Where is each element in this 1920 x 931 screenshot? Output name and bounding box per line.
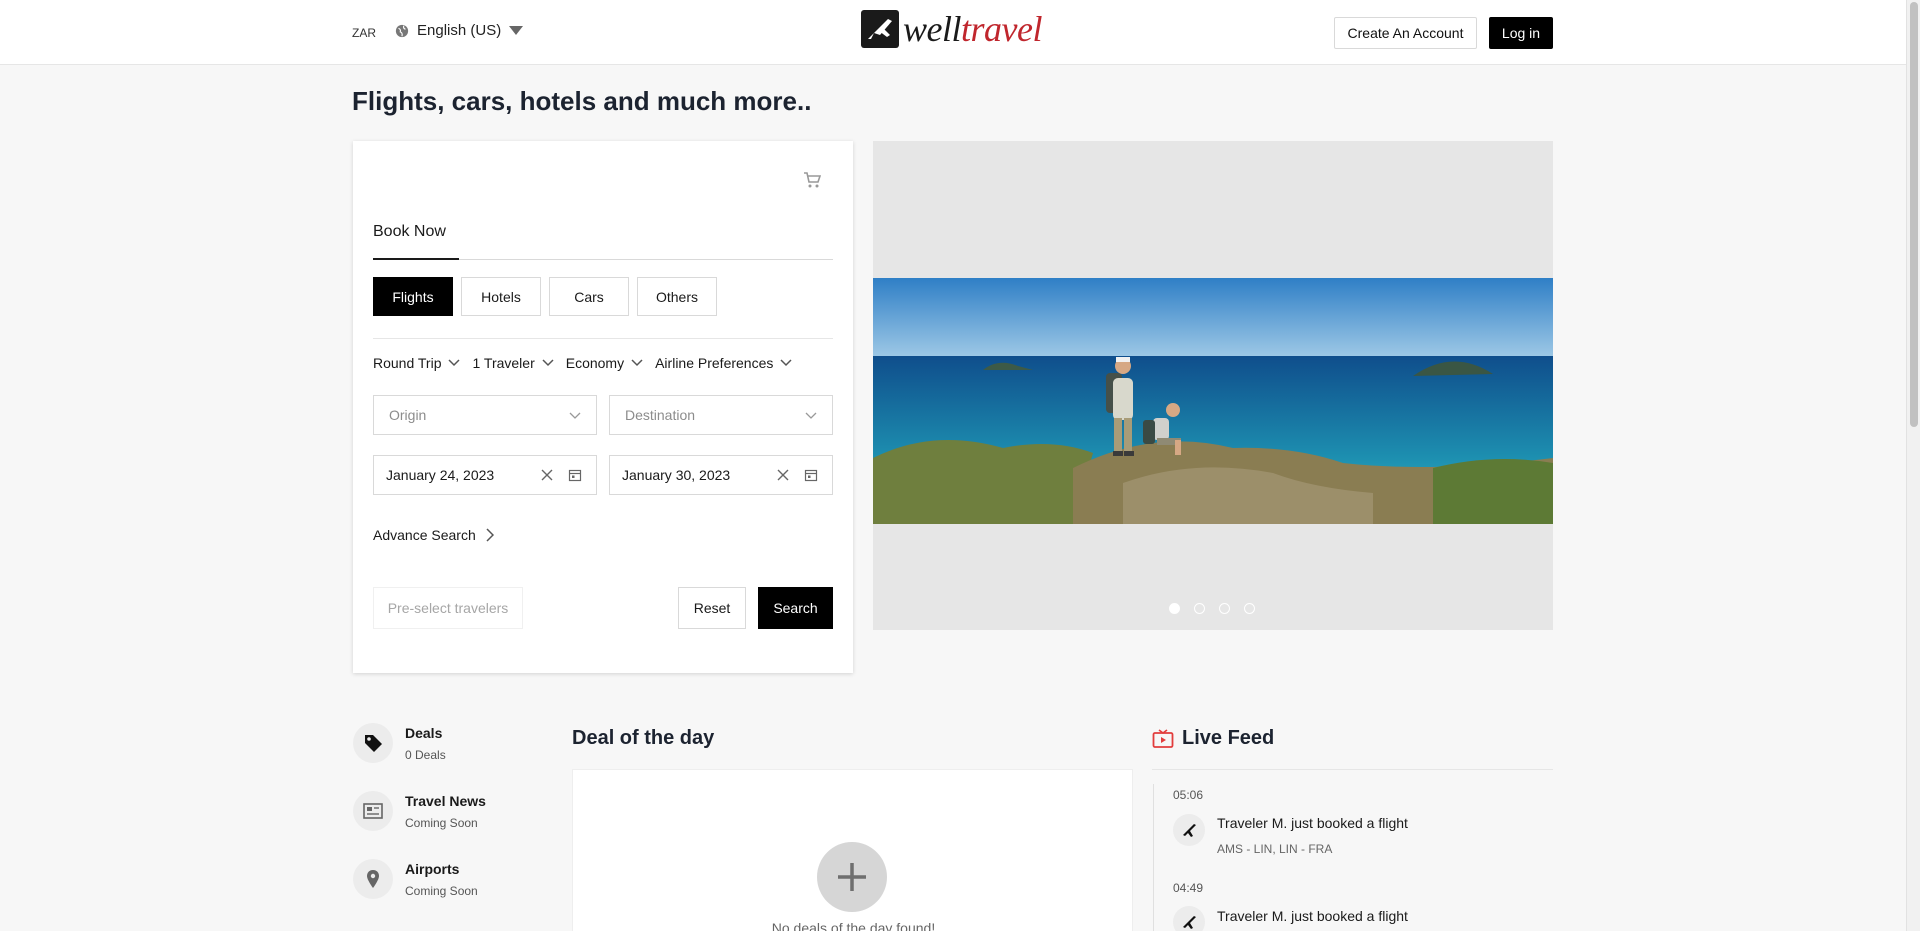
carousel-dot-2[interactable] (1194, 603, 1205, 614)
sidebar-item-subtitle: 0 Deals (405, 748, 446, 762)
feed-item-route: AMS - LIN, LIN - FRA (1217, 842, 1333, 856)
deal-of-day-panel: No deals of the day found! (572, 769, 1133, 931)
chevron-down-icon (569, 412, 581, 419)
location-pin-icon (353, 859, 393, 899)
feed-item-text: Traveler M. just booked a flight (1217, 815, 1408, 831)
booking-card: Book Now Flights Hotels Cars Others Roun… (353, 141, 853, 673)
depart-date-value: January 24, 2023 (386, 467, 495, 483)
type-cars-button[interactable]: Cars (549, 277, 629, 316)
login-button[interactable]: Log in (1489, 17, 1553, 49)
sidebar-item-title: Deals (405, 725, 443, 741)
globe-icon (395, 24, 409, 37)
return-date-field[interactable]: January 30, 2023 (609, 455, 833, 495)
calendar-icon[interactable] (568, 468, 582, 482)
type-flights-button[interactable]: Flights (373, 277, 453, 316)
advance-search-link[interactable]: Advance Search (373, 527, 494, 543)
chevron-down-icon (805, 412, 817, 419)
chevron-down-icon (542, 359, 554, 367)
chevron-down-icon (448, 359, 461, 367)
timeline-line (1153, 784, 1154, 931)
sidebar-item-title: Travel News (405, 793, 486, 809)
type-hotels-button[interactable]: Hotels (461, 277, 541, 316)
hero-carousel[interactable] (873, 141, 1553, 630)
calendar-icon[interactable] (804, 468, 818, 482)
logo-plane-icon (861, 10, 899, 48)
newspaper-icon (353, 791, 393, 831)
deal-empty-message: No deals of the day found! (771, 920, 936, 931)
language-selector[interactable]: English (US) (395, 22, 524, 39)
chevron-down-icon (780, 359, 792, 367)
tag-icon (353, 723, 393, 763)
flight-options: Round Trip 1 Traveler Economy Airline Pr… (373, 355, 804, 371)
page-scrollbar[interactable] (1906, 0, 1920, 931)
active-tab-indicator (373, 258, 459, 260)
reset-button[interactable]: Reset (678, 587, 746, 629)
advance-search-label: Advance Search (373, 527, 476, 543)
carousel-indicators (1169, 603, 1255, 614)
sidebar-item-travel-news[interactable]: Travel News Coming Soon (353, 791, 486, 831)
chevron-right-icon (486, 528, 494, 542)
currency-selector[interactable]: ZAR (352, 26, 376, 40)
sidebar-item-deals[interactable]: Deals 0 Deals (353, 723, 446, 763)
top-navbar: ZAR English (US) welltravel Create An Ac… (0, 0, 1906, 65)
airplane-icon (1173, 814, 1205, 846)
cabin-class-label: Economy (565, 355, 625, 371)
tab-book-now[interactable]: Book Now (373, 223, 446, 241)
live-feed-title: Live Feed (1182, 727, 1275, 749)
caret-down-icon (509, 26, 524, 35)
trip-type-dropdown[interactable]: Round Trip (373, 355, 461, 371)
scrollbar-thumb[interactable] (1910, 2, 1918, 427)
origin-select[interactable]: Origin (373, 395, 597, 435)
search-button[interactable]: Search (758, 587, 833, 629)
deal-of-day-title: Deal of the day (572, 727, 715, 749)
trip-type-label: Round Trip (373, 355, 442, 371)
destination-placeholder: Destination (625, 407, 696, 423)
preselect-travelers-button[interactable]: Pre-select travelers (373, 587, 523, 629)
clear-icon[interactable] (776, 468, 790, 482)
sidebar-item-airports[interactable]: Airports Coming Soon (353, 859, 478, 899)
clear-icon[interactable] (540, 468, 554, 482)
origin-placeholder: Origin (389, 407, 427, 423)
carousel-dot-3[interactable] (1219, 603, 1230, 614)
airline-preferences-label: Airline Preferences (655, 355, 774, 371)
divider (1152, 769, 1553, 770)
travelers-dropdown[interactable]: 1 Traveler (472, 355, 554, 371)
cart-icon[interactable] (803, 171, 821, 189)
sidebar-item-subtitle: Coming Soon (405, 816, 478, 830)
live-feed-header: Live Feed (1152, 727, 1274, 750)
chevron-down-icon (631, 359, 643, 367)
live-tv-icon (1152, 728, 1174, 748)
carousel-dot-4[interactable] (1244, 603, 1255, 614)
destination-select[interactable]: Destination (609, 395, 833, 435)
sidebar-item-subtitle: Coming Soon (405, 884, 478, 898)
create-account-button[interactable]: Create An Account (1334, 17, 1477, 49)
welltravel-logo[interactable]: welltravel (860, 8, 1042, 50)
logo-text: welltravel (903, 9, 1042, 49)
booking-type-selector: Flights Hotels Cars Others (373, 277, 717, 316)
divider (373, 338, 833, 339)
travelers-label: 1 Traveler (472, 355, 535, 371)
airplane-icon (1173, 906, 1205, 931)
airline-preferences-dropdown[interactable]: Airline Preferences (655, 355, 792, 371)
page-title: Flights, cars, hotels and much more.. (352, 86, 812, 116)
feed-item-text: Traveler M. just booked a flight (1217, 908, 1408, 924)
add-icon[interactable] (817, 842, 887, 912)
feed-item-time: 04:49 (1173, 881, 1204, 895)
feed-item-time: 05:06 (1173, 788, 1204, 802)
return-date-value: January 30, 2023 (622, 467, 731, 483)
sidebar-item-title: Airports (405, 861, 460, 877)
hero-photo-hikers (873, 278, 1553, 524)
carousel-dot-1[interactable] (1169, 603, 1180, 614)
language-label: English (US) (417, 22, 502, 39)
depart-date-field[interactable]: January 24, 2023 (373, 455, 597, 495)
cabin-class-dropdown[interactable]: Economy (566, 355, 643, 371)
type-others-button[interactable]: Others (637, 277, 717, 316)
